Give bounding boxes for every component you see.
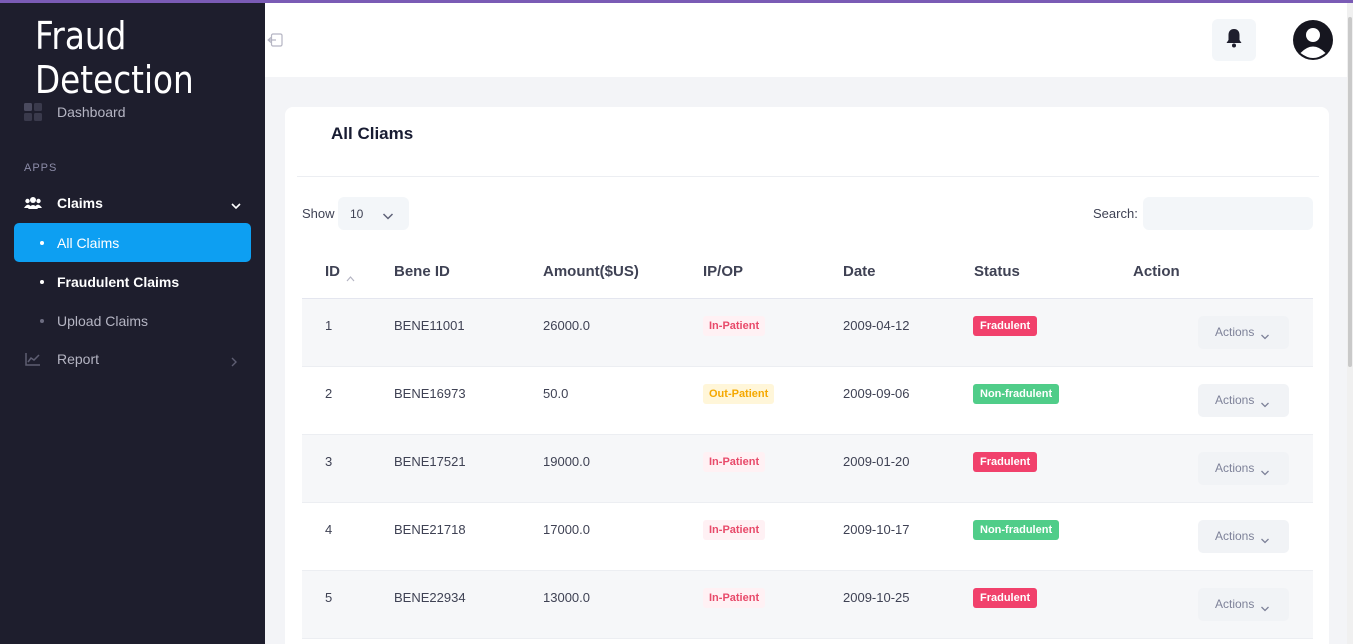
search-label: Search: xyxy=(1093,206,1138,221)
ip-op-badge: In-Patient xyxy=(703,316,766,336)
user-avatar-icon[interactable] xyxy=(1292,19,1334,61)
ip-op-badge: In-Patient xyxy=(703,520,766,540)
notifications-button[interactable] xyxy=(1212,19,1256,61)
cell-bene-id: BENE21718 xyxy=(394,522,466,537)
sidebar: Fraud Detection Dashboard APPS Claims Al… xyxy=(0,0,265,644)
show-label: Show xyxy=(302,206,335,221)
sidebar-item-label: All Claims xyxy=(57,234,120,251)
sidebar-item-all-claims[interactable]: All Claims xyxy=(14,223,251,262)
chevron-down-icon xyxy=(1260,328,1270,340)
column-header-amount[interactable]: Amount($US) xyxy=(543,263,639,280)
column-header-action: Action xyxy=(1133,263,1180,280)
cell-date: 2009-10-17 xyxy=(843,522,910,537)
sidebar-item-label: Upload Claims xyxy=(57,312,149,329)
status-badge: Fradulent xyxy=(973,588,1038,608)
column-header-id[interactable]: ID xyxy=(325,263,355,281)
table-row: 4 BENE21718 17000.0 In-Patient 2009-10-1… xyxy=(302,503,1313,571)
sidebar-item-dashboard[interactable]: Dashboard xyxy=(0,93,265,131)
sidebar-item-label: Report xyxy=(57,351,100,367)
chevron-down-icon xyxy=(1260,464,1270,476)
actions-label: Actions xyxy=(1215,529,1255,543)
search-input[interactable] xyxy=(1143,197,1313,230)
cell-id: 2 xyxy=(325,386,333,401)
sidebar-item-fraudulent-claims[interactable]: Fraudulent Claims xyxy=(14,262,251,301)
actions-button[interactable]: Actions xyxy=(1198,452,1289,485)
chart-icon xyxy=(24,350,42,368)
divider xyxy=(297,176,1319,177)
actions-label: Actions xyxy=(1215,325,1255,339)
cell-bene-id: BENE22934 xyxy=(394,590,466,605)
cell-id: 1 xyxy=(325,318,333,333)
cell-date: 2009-01-20 xyxy=(843,454,910,469)
top-accent-line xyxy=(0,0,1353,3)
scrollbar-thumb[interactable] xyxy=(1348,17,1352,367)
column-header-date[interactable]: Date xyxy=(843,263,876,280)
ip-op-badge: Out-Patient xyxy=(703,384,775,404)
cell-amount: 17000.0 xyxy=(543,522,590,537)
column-header-bene-id[interactable]: Bene ID xyxy=(394,263,450,280)
cell-amount: 50.0 xyxy=(543,386,569,401)
cell-id: 5 xyxy=(325,590,333,605)
sidebar-item-claims[interactable]: Claims xyxy=(0,184,265,222)
sidebar-item-upload-claims[interactable]: Upload Claims xyxy=(14,301,251,340)
cell-amount: 26000.0 xyxy=(543,318,590,333)
ip-op-badge: In-Patient xyxy=(703,588,766,608)
cell-id: 4 xyxy=(325,522,333,537)
sidebar-item-label: Claims xyxy=(57,195,103,211)
cell-id: 3 xyxy=(325,454,333,469)
sidebar-item-label: Fraudulent Claims xyxy=(57,273,180,290)
actions-button[interactable]: Actions xyxy=(1198,316,1289,349)
bullet xyxy=(40,240,44,245)
actions-button[interactable]: Actions xyxy=(1198,520,1289,553)
cell-amount: 19000.0 xyxy=(543,454,590,469)
chevron-down-icon xyxy=(231,198,241,210)
ip-op-badge: In-Patient xyxy=(703,452,766,472)
page-size-select[interactable]: 10 xyxy=(338,197,409,230)
cell-bene-id: BENE17521 xyxy=(394,454,466,469)
cell-amount: 13000.0 xyxy=(543,590,590,605)
cell-date: 2009-09-06 xyxy=(843,386,910,401)
cell-date: 2009-10-25 xyxy=(843,590,910,605)
bullet xyxy=(40,279,44,284)
status-badge: Non-fradulent xyxy=(973,520,1060,540)
sort-asc-icon xyxy=(346,269,355,281)
chevron-down-icon xyxy=(382,208,394,220)
collapse-sidebar-icon[interactable] xyxy=(267,33,283,47)
table-row: 2 BENE16973 50.0 Out-Patient 2009-09-06 … xyxy=(302,367,1313,435)
brand-title: Fraud Detection xyxy=(35,14,194,102)
actions-label: Actions xyxy=(1215,393,1255,407)
table-row: 1 BENE11001 26000.0 In-Patient 2009-04-1… xyxy=(302,299,1313,367)
page-title: All Cliams xyxy=(331,124,414,143)
status-badge: Non-fradulent xyxy=(973,384,1060,404)
table-row: 3 BENE17521 19000.0 In-Patient 2009-01-2… xyxy=(302,435,1313,503)
actions-button[interactable]: Actions xyxy=(1198,588,1289,621)
sidebar-item-report[interactable]: Report xyxy=(0,340,265,378)
sidebar-item-label: Dashboard xyxy=(57,104,126,120)
chevron-down-icon xyxy=(1260,396,1270,408)
dashboard-icon xyxy=(24,103,42,121)
cell-bene-id: BENE16973 xyxy=(394,386,466,401)
column-header-status[interactable]: Status xyxy=(974,263,1020,280)
chevron-down-icon xyxy=(1260,600,1270,612)
actions-label: Actions xyxy=(1215,597,1255,611)
page-size-value: 10 xyxy=(350,207,364,221)
column-header-label: ID xyxy=(325,263,340,280)
chevron-right-icon xyxy=(229,354,239,367)
actions-label: Actions xyxy=(1215,461,1255,475)
status-badge: Fradulent xyxy=(973,452,1038,472)
table-row: 5 BENE22934 13000.0 In-Patient 2009-10-2… xyxy=(302,571,1313,639)
column-header-ip-op[interactable]: IP/OP xyxy=(703,263,743,280)
bell-icon xyxy=(1225,28,1243,53)
cell-bene-id: BENE11001 xyxy=(394,318,465,333)
claims-card: All Cliams Show 10 Search: ID Bene ID Am… xyxy=(285,107,1329,644)
bullet xyxy=(40,318,44,323)
chevron-down-icon xyxy=(1260,532,1270,544)
section-heading-apps: APPS xyxy=(24,162,58,174)
cell-date: 2009-04-12 xyxy=(843,318,910,333)
actions-button[interactable]: Actions xyxy=(1198,384,1289,417)
page-scrollbar[interactable] xyxy=(1347,3,1353,644)
status-badge: Fradulent xyxy=(973,316,1038,336)
top-header xyxy=(265,3,1353,77)
users-icon xyxy=(24,194,42,212)
